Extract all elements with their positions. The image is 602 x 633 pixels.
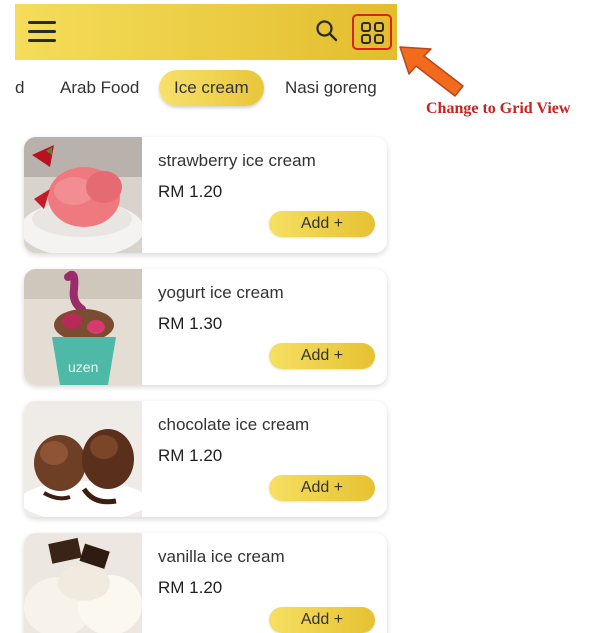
product-card[interactable]: chocolate ice cream RM 1.20 Add + <box>24 401 387 517</box>
item-name: strawberry ice cream <box>158 151 316 170</box>
yogurt-ice-cream-image: uzen <box>24 269 142 385</box>
item-price: RM 1.20 <box>158 578 223 597</box>
product-card[interactable]: uzen yogurt ice cream RM 1.30 Add + <box>24 269 387 385</box>
hamburger-menu-icon[interactable] <box>28 21 56 43</box>
category-tab-ice-cream[interactable]: Ice cream <box>159 70 264 106</box>
annotation-arrow-icon <box>399 46 464 97</box>
vanilla-ice-cream-image <box>24 533 142 633</box>
item-price: RM 1.30 <box>158 314 223 333</box>
search-icon[interactable] <box>315 19 339 43</box>
item-name: chocolate ice cream <box>158 415 310 434</box>
category-tab-partial[interactable]: d <box>15 70 24 106</box>
category-tab-nasi-goreng[interactable]: Nasi goreng <box>285 70 377 106</box>
grid-view-toggle-button[interactable] <box>352 14 392 50</box>
item-price: RM 1.20 <box>158 446 223 465</box>
category-tabs: d Arab Food Ice cream Nasi goreng <box>15 70 397 108</box>
add-to-cart-button[interactable]: Add + <box>269 211 375 237</box>
chocolate-ice-cream-image <box>24 401 142 517</box>
item-name: yogurt ice cream <box>158 283 284 302</box>
category-tab-arab-food[interactable]: Arab Food <box>60 70 139 106</box>
product-card[interactable]: strawberry ice cream RM 1.20 Add + <box>24 137 387 253</box>
strawberry-ice-cream-image <box>24 137 142 253</box>
product-card[interactable]: vanilla ice cream RM 1.20 Add + <box>24 533 387 633</box>
grid-view-icon <box>361 22 384 44</box>
add-to-cart-button[interactable]: Add + <box>269 475 375 501</box>
annotation-label: Change to Grid View <box>426 100 571 117</box>
top-app-bar <box>15 4 397 60</box>
item-name: vanilla ice cream <box>158 547 285 566</box>
add-to-cart-button[interactable]: Add + <box>269 343 375 369</box>
item-price: RM 1.20 <box>158 182 223 201</box>
svg-text:uzen: uzen <box>68 359 98 375</box>
app-screen: d Arab Food Ice cream Nasi goreng strawb… <box>15 0 397 633</box>
add-to-cart-button[interactable]: Add + <box>269 607 375 633</box>
